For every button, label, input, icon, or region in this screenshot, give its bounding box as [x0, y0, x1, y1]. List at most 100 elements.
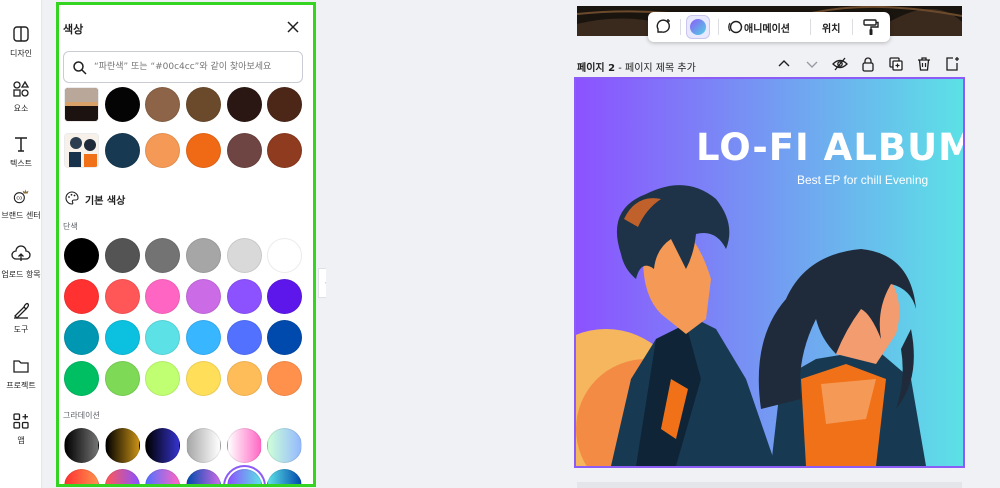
gradient-color-swatch[interactable] — [105, 469, 140, 484]
basic-colors-title: 기본 색상 — [85, 196, 126, 207]
color-swatch[interactable] — [186, 133, 221, 168]
gradient-color-swatch[interactable] — [145, 469, 180, 484]
animate-icon[interactable] — [726, 18, 744, 36]
solid-color-swatch[interactable] — [267, 279, 302, 314]
comment-add-icon[interactable] — [654, 18, 672, 36]
chevron-up-icon[interactable] — [776, 56, 792, 72]
floating-toolbar: 애니메이션 위치 — [648, 12, 890, 42]
album-headline[interactable]: LO-FI ALBUM — [696, 126, 963, 169]
color-swatch[interactable] — [267, 87, 302, 122]
solid-color-swatch[interactable] — [186, 361, 221, 396]
solid-color-swatch[interactable] — [186, 320, 221, 355]
next-page-preview[interactable] — [577, 482, 962, 488]
solid-color-swatch[interactable] — [105, 238, 140, 273]
gradient-color-swatch[interactable] — [145, 428, 180, 463]
solid-color-swatch[interactable] — [227, 238, 262, 273]
position-button[interactable]: 위치 — [822, 20, 840, 35]
solid-color-swatch[interactable] — [64, 279, 99, 314]
sidebar-item-projects[interactable]: 프로젝트 — [0, 356, 42, 391]
text-icon — [15, 137, 27, 152]
design-icon — [13, 26, 29, 42]
solid-color-swatch[interactable] — [227, 320, 262, 355]
sidebar-item-elements[interactable]: 요소 — [0, 79, 42, 114]
lock-icon[interactable] — [860, 56, 876, 72]
color-swatch[interactable] — [227, 133, 262, 168]
solid-color-swatch[interactable] — [145, 279, 180, 314]
folder-icon — [13, 360, 29, 373]
add-page-icon[interactable] — [944, 56, 960, 72]
solid-color-swatch[interactable] — [105, 361, 140, 396]
color-panel: 색상 “파란색” 또는 “#00c4cc”와 같이 찾아보세요 기본 색상 단색… — [56, 2, 316, 487]
paint-roller-icon[interactable] — [862, 18, 880, 36]
page-number: 페이지 2 — [577, 63, 616, 74]
solid-color-swatch[interactable] — [145, 361, 180, 396]
sidebar-item-label: 도구 — [13, 325, 29, 334]
photo-swatch[interactable] — [64, 87, 99, 122]
gradient-color-swatch[interactable] — [64, 469, 99, 484]
solid-color-swatch[interactable] — [186, 279, 221, 314]
solid-color-swatch[interactable] — [227, 279, 262, 314]
search-icon — [73, 61, 87, 75]
page-title-placeholder[interactable]: - 페이지 제목 추가 — [618, 63, 696, 74]
toolbar-divider — [852, 19, 853, 35]
gradient-color-swatch[interactable] — [186, 428, 221, 463]
close-icon[interactable] — [285, 19, 301, 35]
illustration-swatch[interactable] — [64, 133, 99, 168]
color-swatch[interactable] — [186, 87, 221, 122]
sidebar-item-label: 텍스트 — [9, 159, 33, 168]
gradient-color-swatch[interactable] — [105, 428, 140, 463]
tools-icon — [14, 302, 30, 319]
solid-color-swatch[interactable] — [64, 320, 99, 355]
album-subline[interactable]: Best EP for chill Evening — [797, 173, 928, 187]
page-title[interactable]: 페이지 2 - 페이지 제목 추가 — [577, 59, 696, 74]
solid-color-swatch[interactable] — [64, 238, 99, 273]
svg-text:co: co — [16, 196, 22, 202]
duplicate-icon[interactable] — [888, 56, 904, 72]
sidebar-item-label: 디자인 — [9, 49, 33, 58]
gradient-color-swatch[interactable] — [186, 469, 221, 484]
color-swatch[interactable] — [267, 133, 302, 168]
gradient-color-swatch[interactable] — [267, 428, 302, 463]
sidebar-item-label: 브랜드 센터 — [1, 211, 41, 220]
color-swatch[interactable] — [227, 87, 262, 122]
color-swatch[interactable] — [145, 87, 180, 122]
design-page[interactable]: LO-FI ALBUM Best EP for chill Evening — [574, 77, 965, 468]
solid-color-swatch[interactable] — [145, 320, 180, 355]
sidebar-item-text[interactable]: 텍스트 — [0, 134, 42, 169]
elements-icon — [13, 80, 30, 97]
solid-color-swatch[interactable] — [227, 361, 262, 396]
selected-gradient-swatch[interactable] — [227, 469, 262, 484]
gradient-color-swatch[interactable] — [227, 428, 262, 463]
solid-color-swatch[interactable] — [186, 238, 221, 273]
sidebar-item-uploads[interactable]: 업로드 항목 — [0, 245, 42, 280]
color-swatch[interactable] — [145, 133, 180, 168]
solid-color-swatch[interactable] — [105, 279, 140, 314]
sidebar-item-brand[interactable]: co 브랜드 센터 — [0, 186, 42, 221]
color-search[interactable] — [63, 51, 303, 83]
solid-color-swatch[interactable] — [267, 238, 302, 273]
solid-color-swatch[interactable] — [267, 361, 302, 396]
solid-color-swatch[interactable] — [267, 320, 302, 355]
canvas-area: 애니메이션 위치 페이지 2 - 페이지 제목 추가 LO-FI ALBUM B… — [326, 0, 1000, 488]
gradient-color-swatch[interactable] — [267, 469, 302, 484]
color-swatch[interactable] — [105, 87, 140, 122]
animate-button[interactable]: 애니메이션 — [744, 20, 790, 35]
toolbar-divider — [680, 19, 681, 35]
current-color-swatch — [690, 19, 706, 35]
sidebar-item-tools[interactable]: 도구 — [0, 300, 42, 335]
sidebar-item-design[interactable]: 디자인 — [0, 24, 42, 59]
sidebar-item-apps[interactable]: 앱 — [0, 411, 42, 446]
solid-color-swatch[interactable] — [105, 320, 140, 355]
color-picker-button[interactable] — [686, 15, 710, 39]
hide-icon[interactable] — [832, 56, 848, 72]
solid-color-swatch[interactable] — [64, 361, 99, 396]
search-input[interactable] — [94, 58, 300, 76]
upload-icon — [11, 245, 31, 261]
solid-color-swatch[interactable] — [145, 238, 180, 273]
trash-icon[interactable] — [916, 56, 932, 72]
color-swatch[interactable] — [105, 133, 140, 168]
chevron-down-icon[interactable] — [804, 56, 820, 72]
toolbar-divider — [810, 19, 811, 35]
gradient-color-swatch[interactable] — [64, 428, 99, 463]
sidebar-item-label: 앱 — [17, 436, 25, 445]
